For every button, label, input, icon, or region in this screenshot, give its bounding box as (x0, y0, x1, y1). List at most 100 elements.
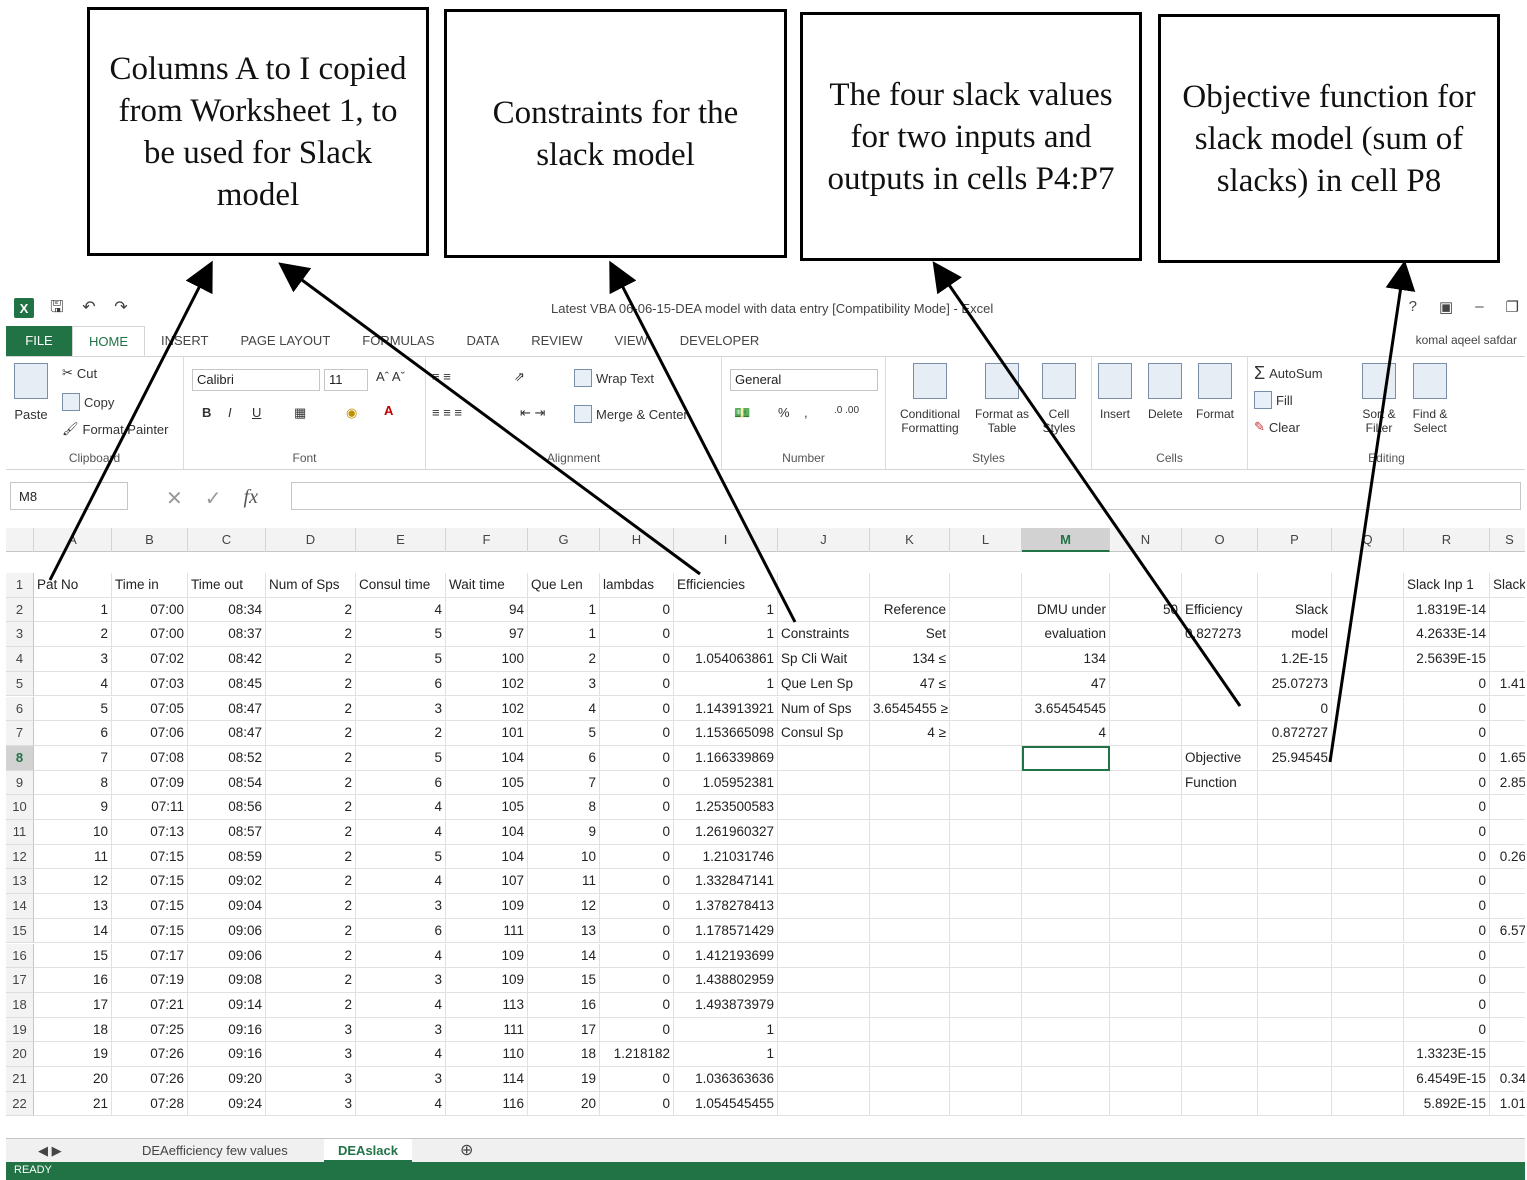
cell-c19[interactable]: 09:16 (188, 1017, 266, 1043)
cell-m22[interactable] (1022, 1091, 1110, 1117)
cell-g11[interactable]: 9 (528, 820, 600, 845)
cell-r11[interactable]: 0 (1404, 820, 1490, 845)
cell-c16[interactable]: 09:06 (188, 943, 266, 969)
cell-n1[interactable] (1110, 573, 1182, 598)
cell-c17[interactable]: 09:08 (188, 968, 266, 993)
cell-e7[interactable]: 2 (356, 721, 446, 746)
cell-o14[interactable] (1182, 894, 1258, 919)
cell-n7[interactable] (1110, 721, 1182, 746)
cell-a3[interactable]: 2 (34, 622, 112, 648)
cell-f15[interactable]: 111 (446, 918, 528, 944)
cell-i6[interactable]: 1.143913921 (674, 696, 778, 722)
cell-b14[interactable]: 07:15 (112, 894, 188, 919)
cell-d21[interactable]: 3 (266, 1067, 356, 1092)
cell-styles-button[interactable]: Cell Styles (1034, 363, 1084, 435)
cell-j6[interactable]: Num of Sps (778, 696, 870, 722)
tab-formulas[interactable]: FORMULAS (346, 326, 450, 356)
cell-s18[interactable] (1490, 993, 1525, 1018)
sheet-nav-icon[interactable]: ◀ ▶ (24, 1139, 76, 1163)
cell-j20[interactable] (778, 1042, 870, 1067)
cell-e16[interactable]: 4 (356, 943, 446, 969)
cell-s16[interactable] (1490, 944, 1525, 969)
cell-i7[interactable]: 1.153665098 (674, 721, 778, 746)
cell-g22[interactable]: 20 (528, 1091, 600, 1117)
cell-q4[interactable] (1332, 647, 1404, 672)
row-header[interactable]: 16 (6, 943, 34, 969)
cell-j15[interactable] (778, 918, 870, 944)
cell-g3[interactable]: 1 (528, 622, 600, 648)
cell-d6[interactable]: 2 (266, 696, 356, 722)
cell-k3[interactable]: Set (870, 622, 950, 648)
cell-a16[interactable]: 15 (34, 943, 112, 969)
cell-i17[interactable]: 1.438802959 (674, 968, 778, 993)
cell-q9[interactable] (1332, 770, 1404, 796)
insert-button[interactable]: Insert (1098, 363, 1132, 421)
cell-g19[interactable]: 17 (528, 1017, 600, 1043)
cell-e4[interactable]: 5 (356, 647, 446, 672)
cell-k19[interactable] (870, 1017, 950, 1043)
cell-i8[interactable]: 1.166339869 (674, 745, 778, 771)
cell-b2[interactable]: 07:00 (112, 597, 188, 623)
cell-q16[interactable] (1332, 943, 1404, 969)
cell-f10[interactable]: 105 (446, 795, 528, 820)
cell-q22[interactable] (1332, 1091, 1404, 1117)
cell-m3[interactable]: evaluation (1022, 622, 1110, 648)
cell-g14[interactable]: 12 (528, 894, 600, 919)
cell-p5[interactable]: 25.07273 (1258, 671, 1332, 697)
cell-q7[interactable] (1332, 721, 1404, 746)
cell-c3[interactable]: 08:37 (188, 622, 266, 648)
cell-l15[interactable] (950, 918, 1022, 944)
cell-e19[interactable]: 3 (356, 1017, 446, 1043)
cell-b7[interactable]: 07:06 (112, 721, 188, 746)
column-header-q[interactable]: Q (1332, 528, 1404, 552)
cell-b20[interactable]: 07:26 (112, 1042, 188, 1067)
cell-c1[interactable]: Time out (188, 573, 266, 598)
cell-l8[interactable] (950, 745, 1022, 771)
cell-c2[interactable]: 08:34 (188, 597, 266, 623)
cell-k6[interactable]: 3.6545455 ≥ (870, 696, 950, 722)
fill-color-icon[interactable]: ◉ (346, 405, 357, 421)
cell-c21[interactable]: 09:20 (188, 1067, 266, 1092)
cell-l18[interactable] (950, 992, 1022, 1018)
row-header[interactable]: 11 (6, 820, 34, 845)
font-name-select[interactable]: Calibri (192, 369, 320, 391)
copy-button[interactable]: Copy (62, 393, 114, 411)
cell-m7[interactable]: 4 (1022, 721, 1110, 746)
cell-m4[interactable]: 134 (1022, 647, 1110, 672)
cell-s7[interactable] (1490, 721, 1525, 746)
cell-i22[interactable]: 1.054545455 (674, 1091, 778, 1117)
cell-e17[interactable]: 3 (356, 968, 446, 993)
cell-j16[interactable] (778, 943, 870, 969)
font-size-select[interactable]: 11 (324, 369, 368, 391)
cell-c14[interactable]: 09:04 (188, 894, 266, 919)
cell-p21[interactable] (1258, 1067, 1332, 1092)
cell-e18[interactable]: 4 (356, 992, 446, 1018)
row-header[interactable]: 7 (6, 721, 34, 746)
column-header-a[interactable]: A (34, 528, 112, 552)
cell-h2[interactable]: 0 (600, 597, 674, 623)
cell-j13[interactable] (778, 869, 870, 895)
cell-f21[interactable]: 114 (446, 1067, 528, 1092)
cell-p9[interactable] (1258, 770, 1332, 796)
cell-m16[interactable] (1022, 943, 1110, 969)
cell-d20[interactable]: 3 (266, 1042, 356, 1067)
cell-d8[interactable]: 2 (266, 745, 356, 771)
cell-a11[interactable]: 10 (34, 820, 112, 845)
cell-l22[interactable] (950, 1091, 1022, 1117)
cell-n21[interactable] (1110, 1067, 1182, 1092)
cell-q3[interactable] (1332, 622, 1404, 648)
cell-d15[interactable]: 2 (266, 918, 356, 944)
cell-s6[interactable] (1490, 697, 1525, 722)
cell-g15[interactable]: 13 (528, 918, 600, 944)
cell-o8[interactable]: Objective (1182, 745, 1258, 771)
cell-p3[interactable]: model (1258, 622, 1332, 648)
cell-n4[interactable] (1110, 647, 1182, 672)
cell-m14[interactable] (1022, 894, 1110, 919)
cell-l21[interactable] (950, 1067, 1022, 1092)
row-header[interactable]: 20 (6, 1042, 34, 1067)
cell-q15[interactable] (1332, 918, 1404, 944)
cell-g20[interactable]: 18 (528, 1042, 600, 1067)
cell-h14[interactable]: 0 (600, 894, 674, 919)
cell-l16[interactable] (950, 943, 1022, 969)
cell-p8[interactable]: 25.94545 (1258, 745, 1332, 771)
